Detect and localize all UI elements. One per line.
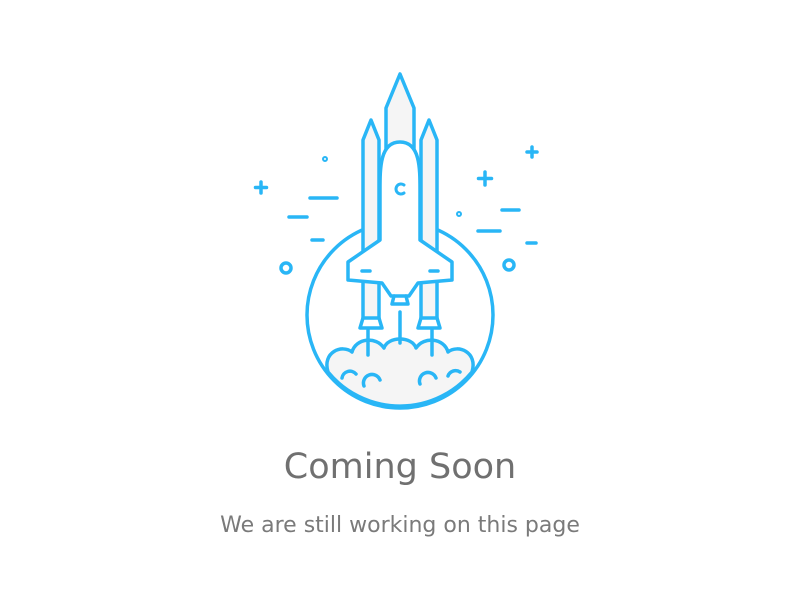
sparkle-dot-icon — [456, 211, 462, 217]
rocket-booster-left — [361, 118, 381, 320]
sparkle-plus-icon — [253, 180, 269, 195]
sparkle-ring-icon — [502, 258, 516, 272]
page-title: Coming Soon — [283, 447, 517, 487]
sparkle-dot-icon — [322, 156, 328, 162]
page-subtitle: We are still working on this page — [220, 513, 580, 538]
rocket-launch-illustration — [253, 72, 539, 410]
sparkle-plus-icon — [525, 145, 539, 159]
sparkle-plus-icon — [476, 170, 494, 187]
coming-soon-page: Coming Soon We are still working on this… — [0, 0, 800, 600]
rocket-booster-right — [419, 118, 439, 320]
sparkle-ring-icon — [279, 261, 293, 275]
